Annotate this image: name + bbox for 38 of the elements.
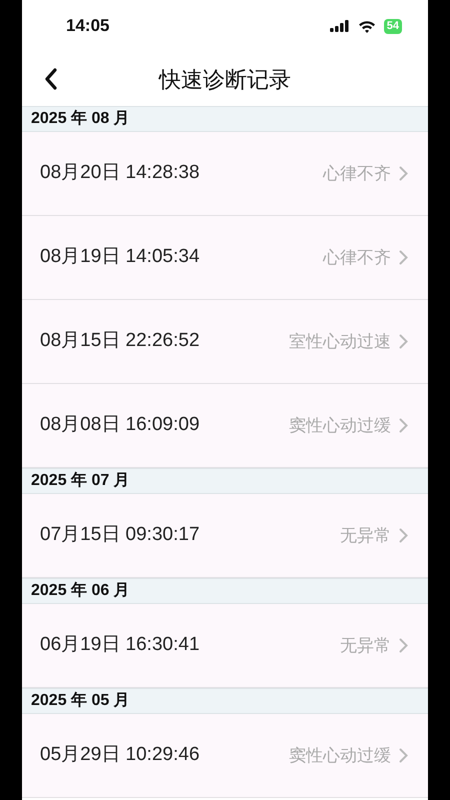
record-row[interactable]: 08月20日 14:28:38 心律不齐	[22, 132, 428, 216]
month-header: 2025 年 05 月	[22, 688, 428, 714]
chevron-icon	[399, 334, 408, 349]
status-time: 14:05	[66, 15, 110, 38]
record-time: 08月08日 16:09:09	[40, 413, 200, 438]
back-button[interactable]	[44, 67, 58, 91]
record-time: 08月15日 22:26:52	[40, 329, 200, 354]
month-header: 2025 年 06 月	[22, 578, 428, 604]
wifi-icon	[358, 20, 376, 32]
chevron-icon	[399, 748, 408, 763]
record-time: 08月20日 14:28:38	[40, 161, 200, 186]
record-row[interactable]: 08月08日 16:09:09 窦性心动过缓	[22, 384, 428, 468]
month-header: 2025 年 07 月	[22, 468, 428, 494]
record-row[interactable]: 08月15日 22:26:52 室性心动过速	[22, 300, 428, 384]
page-title: 快速诊断记录	[159, 66, 291, 94]
record-time: 07月15日 09:30:17	[40, 523, 200, 548]
chevron-icon	[399, 418, 408, 433]
battery-level: 54	[384, 18, 402, 34]
diagnosis-result: 无异常	[340, 634, 391, 657]
signal-icon	[330, 20, 350, 32]
chevron-icon	[399, 528, 408, 543]
diagnosis-result: 室性心动过速	[289, 330, 391, 353]
diagnosis-result: 无异常	[340, 524, 391, 547]
record-row[interactable]: 06月19日 16:30:41 无异常	[22, 604, 428, 688]
chevron-icon	[399, 250, 408, 265]
diagnosis-result: 窦性心动过缓	[289, 744, 391, 767]
record-time: 06月19日 16:30:41	[40, 633, 200, 658]
diagnosis-result: 心律不齐	[323, 162, 391, 185]
chevron-icon	[399, 166, 408, 181]
record-row[interactable]: 07月15日 09:30:17 无异常	[22, 494, 428, 578]
record-row[interactable]: 08月19日 14:05:34 心律不齐	[22, 216, 428, 300]
diagnosis-result: 心律不齐	[323, 246, 391, 269]
diagnosis-result: 窦性心动过缓	[289, 414, 391, 437]
record-time: 05月29日 10:29:46	[40, 743, 200, 768]
record-row[interactable]: 05月29日 10:29:46 窦性心动过缓	[22, 714, 428, 798]
record-time: 08月19日 14:05:34	[40, 245, 200, 270]
chevron-icon	[399, 638, 408, 653]
month-header: 2025 年 08 月	[22, 106, 428, 132]
